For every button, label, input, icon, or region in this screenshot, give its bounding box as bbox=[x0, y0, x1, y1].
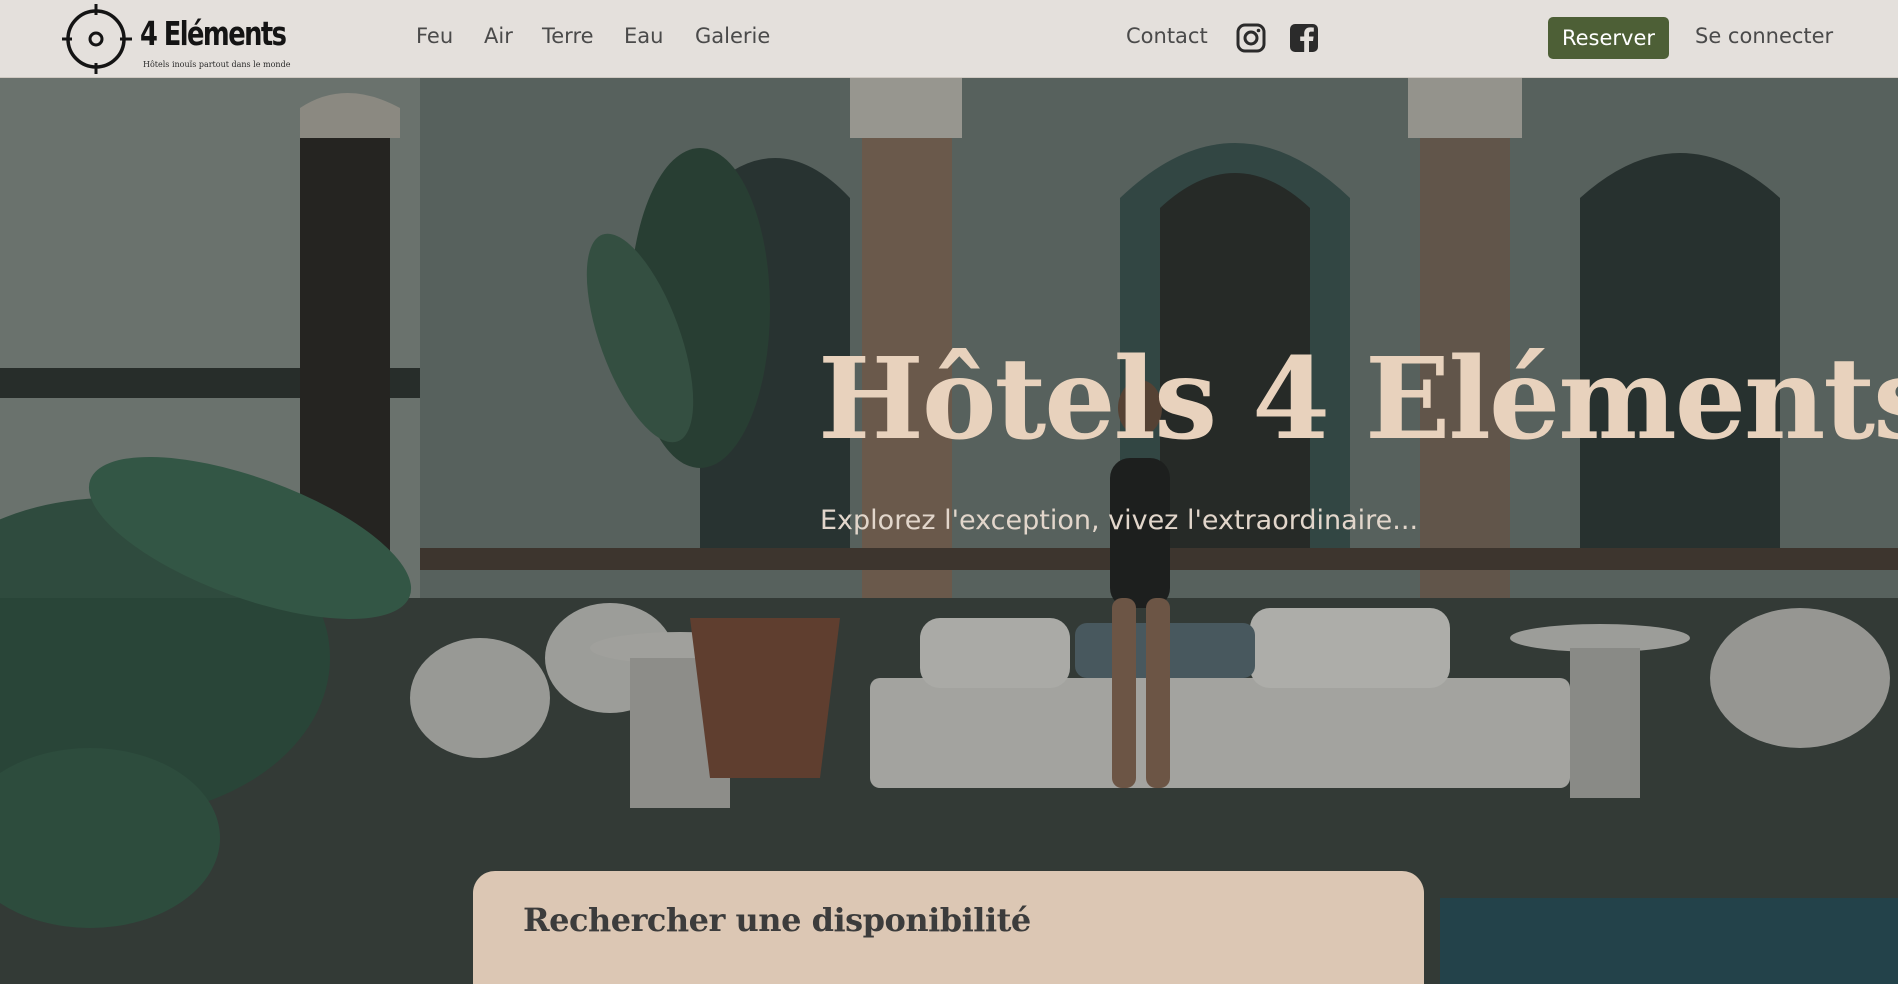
site-header: 4 Eléments Hôtels inouïs partout dans le… bbox=[0, 0, 1898, 78]
nav-item-feu[interactable]: Feu bbox=[416, 24, 453, 48]
brand-tagline: Hôtels inouïs partout dans le monde bbox=[143, 60, 291, 69]
facebook-icon[interactable] bbox=[1289, 23, 1319, 53]
contact-link[interactable]: Contact bbox=[1126, 24, 1208, 48]
search-card-title: Rechercher une disponibilité bbox=[523, 901, 1031, 939]
nav-item-terre[interactable]: Terre bbox=[542, 24, 594, 48]
availability-search-card: Rechercher une disponibilité bbox=[473, 871, 1424, 984]
nav-item-air[interactable]: Air bbox=[484, 24, 513, 48]
instagram-icon[interactable] bbox=[1236, 23, 1266, 53]
reserve-button[interactable]: Reserver bbox=[1548, 17, 1669, 59]
hero-section: Hôtels 4 Eléments Explorez l'exception, … bbox=[0, 78, 1898, 984]
nav-item-eau[interactable]: Eau bbox=[624, 24, 663, 48]
brand-name: 4 Eléments bbox=[140, 14, 287, 53]
hero-title: Hôtels 4 Eléments bbox=[818, 334, 1898, 465]
hero-subtitle: Explorez l'exception, vivez l'extraordin… bbox=[820, 505, 1419, 536]
nav-item-galerie[interactable]: Galerie bbox=[695, 24, 770, 48]
target-logo-icon bbox=[62, 4, 132, 74]
brand-logo[interactable]: 4 Eléments Hôtels inouïs partout dans le… bbox=[62, 2, 290, 74]
login-link[interactable]: Se connecter bbox=[1695, 24, 1833, 48]
